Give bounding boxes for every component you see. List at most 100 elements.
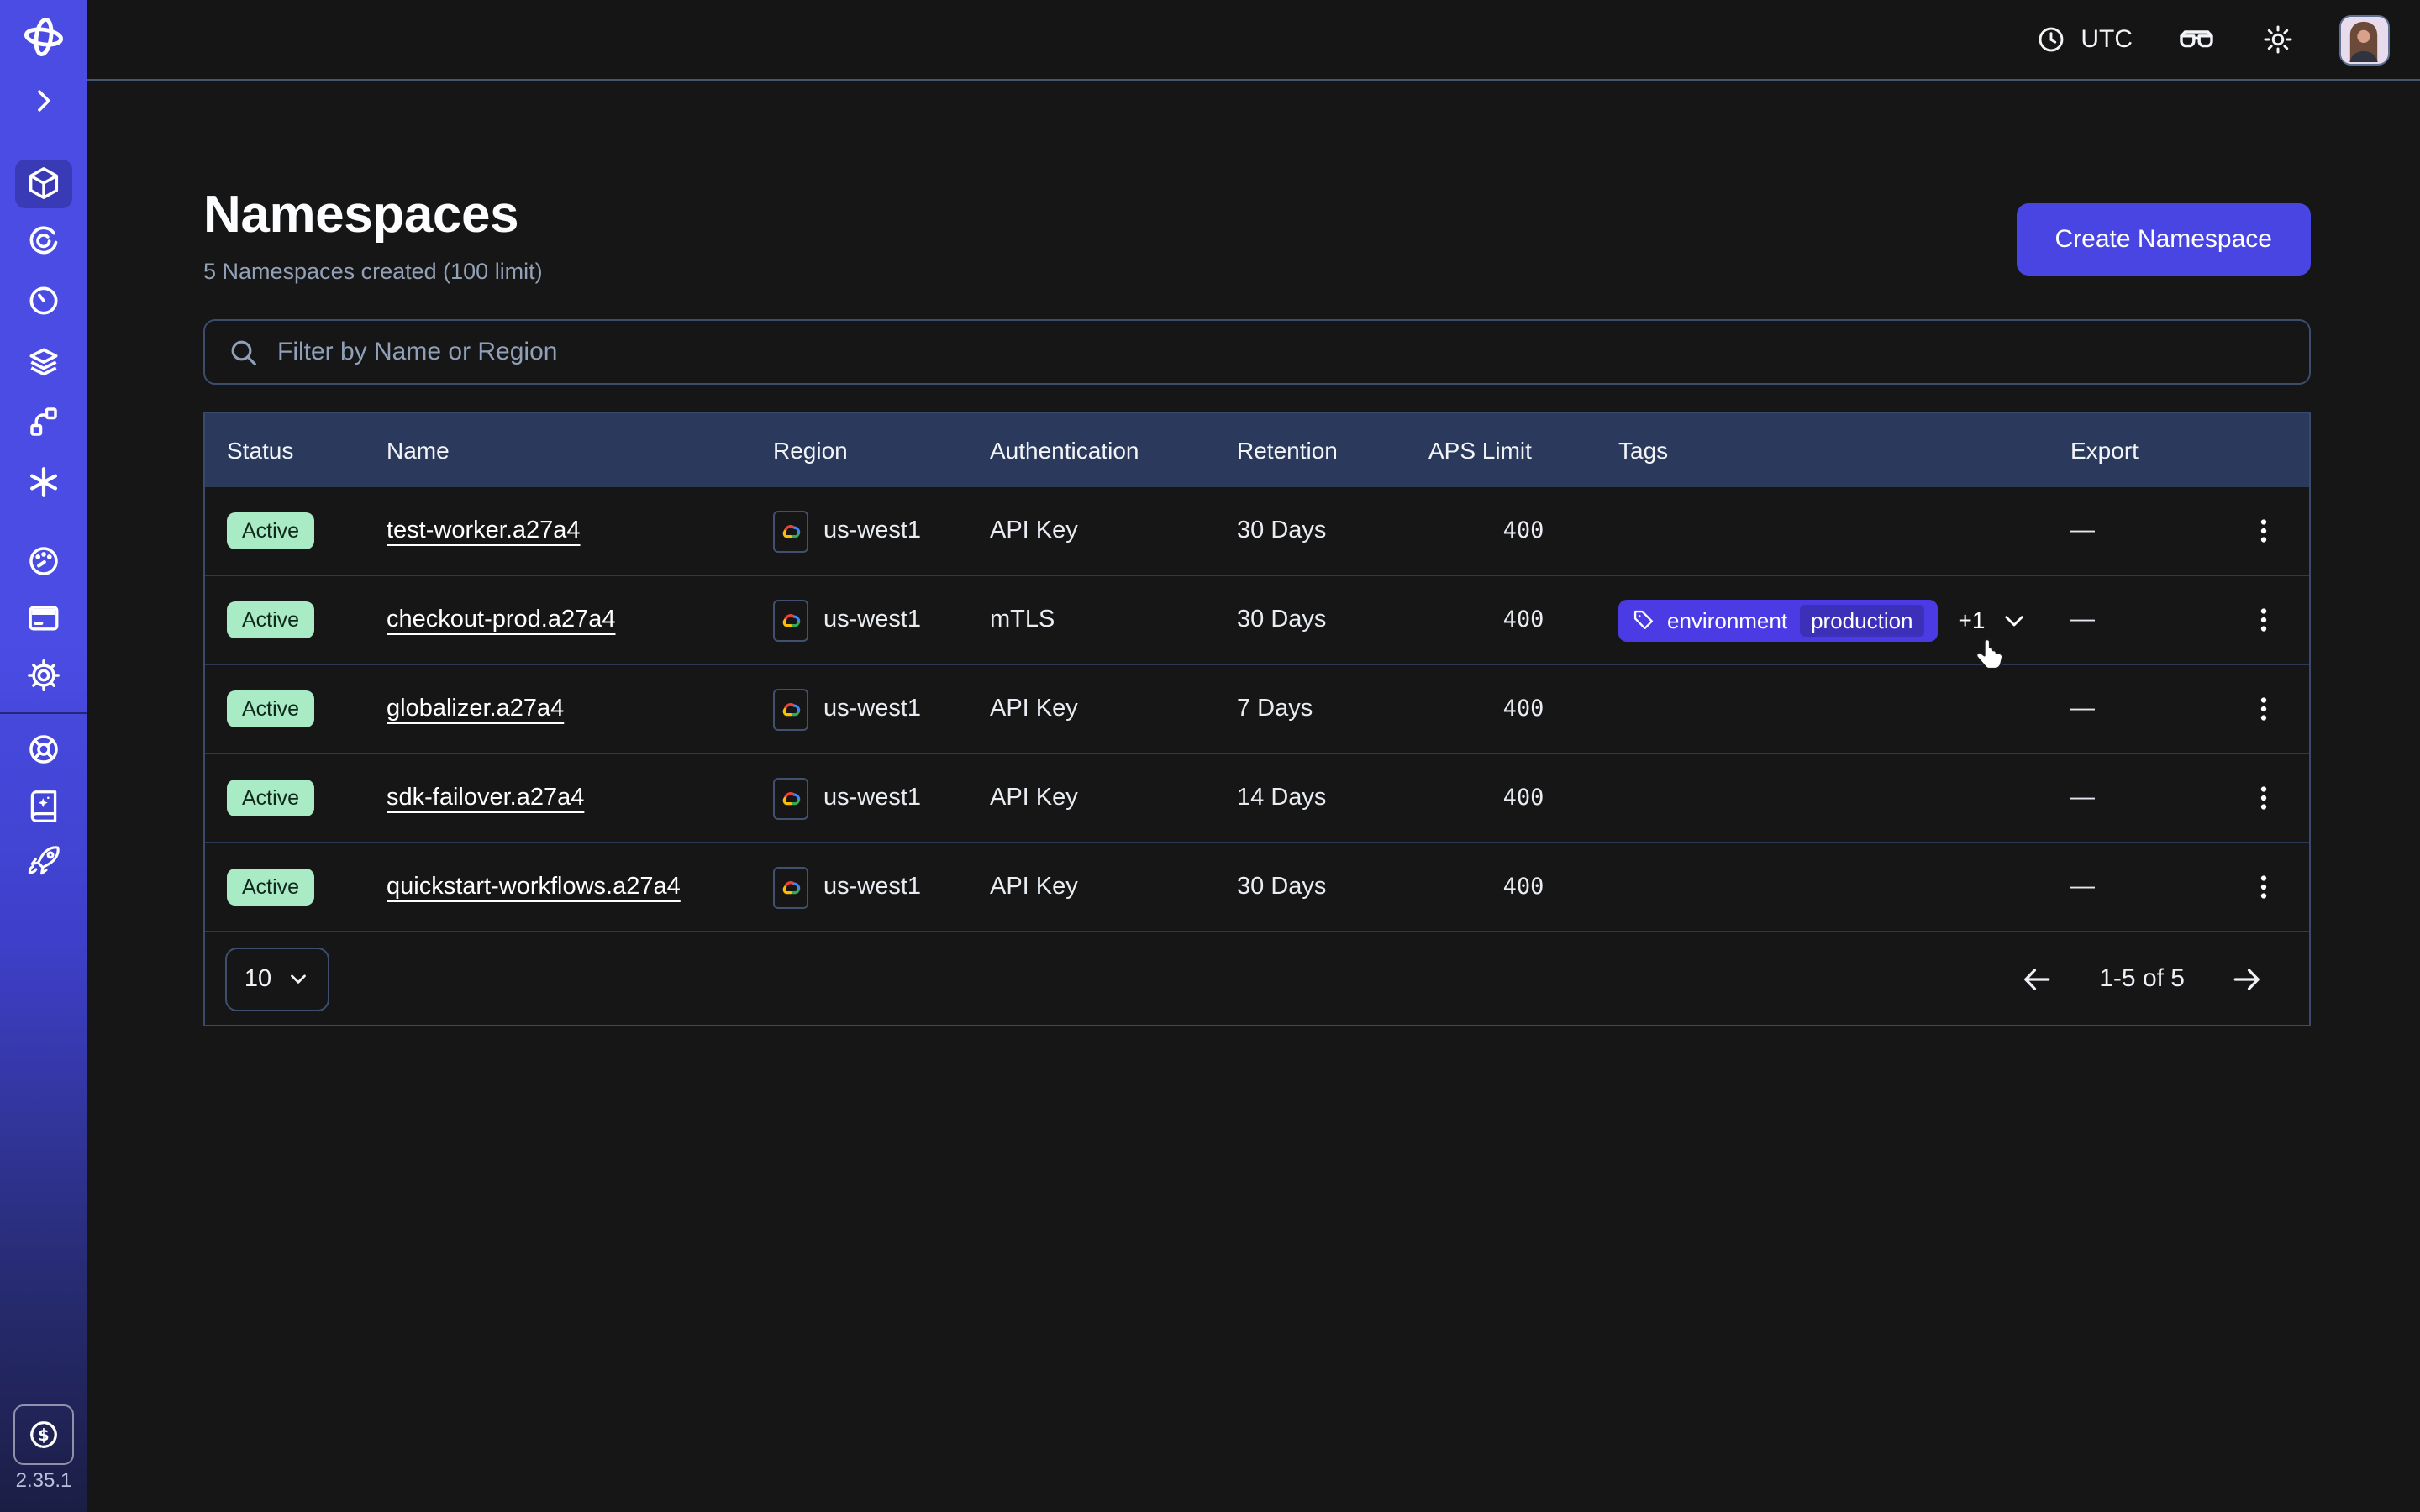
gcp-icon xyxy=(773,866,808,908)
table-row: Active checkout-prod.a27a4 us-west1 xyxy=(205,575,2309,664)
theme-toggle-sun-icon[interactable] xyxy=(2260,22,2296,57)
sidebar-item-schedules-icon[interactable] xyxy=(25,282,62,319)
tag-key: environment xyxy=(1667,607,1787,633)
status-badge: Active xyxy=(227,690,314,727)
timezone-selector[interactable]: UTC xyxy=(2035,24,2133,55)
col-header-region: Region xyxy=(773,436,990,463)
gcp-icon xyxy=(773,510,808,552)
namespace-link[interactable]: checkout-prod.a27a4 xyxy=(387,606,616,633)
export-value: — xyxy=(2070,696,2238,722)
filter-bar xyxy=(203,319,2311,385)
namespace-link[interactable]: globalizer.a27a4 xyxy=(387,696,564,722)
status-badge: Active xyxy=(227,869,314,906)
retention-value: 14 Days xyxy=(1237,785,1428,811)
export-value: — xyxy=(2070,785,2238,811)
next-page-icon[interactable] xyxy=(2228,960,2265,997)
aps-limit-value: 400 xyxy=(1428,606,1618,633)
status-badge: Active xyxy=(227,780,314,816)
table-row: Active globalizer.a27a4 us-west1 xyxy=(205,664,2309,753)
page-size-select[interactable]: 10 xyxy=(225,947,329,1011)
col-header-tags: Tags xyxy=(1618,436,2070,463)
row-menu-kebab-icon[interactable] xyxy=(2238,506,2289,556)
prev-page-icon[interactable] xyxy=(2018,960,2055,997)
pricing-badge-button[interactable]: $ xyxy=(13,1404,74,1465)
avatar[interactable] xyxy=(2339,14,2390,65)
gcp-icon xyxy=(773,688,808,730)
aps-limit-value: 400 xyxy=(1428,785,1618,811)
namespace-link[interactable]: quickstart-workflows.a27a4 xyxy=(387,874,681,900)
row-menu-kebab-icon[interactable] xyxy=(2238,862,2289,912)
table-row: Active quickstart-workflows.a27a4 us-wes… xyxy=(205,842,2309,931)
sidebar-item-batch-operations-icon[interactable] xyxy=(25,464,62,501)
page-size-value: 10 xyxy=(245,965,271,992)
table-header-row: Status Name Region Authentication Retent… xyxy=(205,413,2309,486)
page-size-chevron-icon xyxy=(285,966,310,991)
tags-expand-chevron-icon[interactable] xyxy=(2000,606,2028,634)
region-label: us-west1 xyxy=(823,785,921,811)
reader-mode-icon[interactable] xyxy=(2176,19,2217,60)
top-bar: UTC xyxy=(87,0,2420,81)
aps-limit-value: 400 xyxy=(1428,517,1618,544)
app-version: 2.35.1 xyxy=(0,1468,87,1492)
row-menu-kebab-icon[interactable] xyxy=(2238,684,2289,734)
row-menu-kebab-icon[interactable] xyxy=(2238,595,2289,645)
sidebar-divider xyxy=(0,712,87,714)
tag-icon xyxy=(1632,608,1655,632)
clock-icon xyxy=(2035,24,2067,55)
tag-chip[interactable]: environment production xyxy=(1618,599,1939,641)
namespace-count-subtitle: 5 Namespaces created (100 limit) xyxy=(203,259,2311,284)
namespace-link[interactable]: test-worker.a27a4 xyxy=(387,517,581,544)
expand-sidebar-chevron-icon[interactable] xyxy=(27,84,60,118)
sidebar-item-deployments-icon[interactable] xyxy=(25,343,62,380)
region-label: us-west1 xyxy=(823,606,921,633)
region-label: us-west1 xyxy=(823,874,921,900)
col-header-auth: Authentication xyxy=(990,436,1237,463)
page-title: Namespaces xyxy=(203,185,2311,245)
namespaces-table: Status Name Region Authentication Retent… xyxy=(203,412,2311,1026)
gcp-icon xyxy=(773,599,808,641)
sidebar-item-workflows-icon[interactable] xyxy=(25,222,62,259)
col-header-aps: APS Limit xyxy=(1428,436,1618,463)
region-label: us-west1 xyxy=(823,696,921,722)
temporal-logo-icon[interactable] xyxy=(19,13,68,61)
sidebar-item-billing-icon[interactable] xyxy=(25,600,62,637)
svg-text:$: $ xyxy=(38,1425,49,1445)
gcp-icon xyxy=(773,777,808,819)
filter-input[interactable] xyxy=(277,338,2287,366)
sidebar-item-docs-icon[interactable] xyxy=(25,788,62,825)
row-menu-kebab-icon[interactable] xyxy=(2238,773,2289,823)
export-value: — xyxy=(2070,517,2238,544)
sidebar-item-nexus-icon[interactable] xyxy=(26,404,61,439)
sidebar-item-settings-icon[interactable] xyxy=(25,657,62,694)
app-window: UTC xyxy=(0,0,2420,1512)
create-namespace-button[interactable]: Create Namespace xyxy=(2017,203,2311,276)
sidebar-item-support-icon[interactable] xyxy=(25,731,62,768)
retention-value: 30 Days xyxy=(1237,517,1428,544)
col-header-status: Status xyxy=(227,436,387,463)
auth-method: mTLS xyxy=(990,606,1237,633)
export-value: — xyxy=(2070,606,2238,633)
sidebar-item-usage-icon[interactable] xyxy=(25,543,62,580)
region-label: us-west1 xyxy=(823,517,921,544)
sidebar-item-namespaces-icon[interactable] xyxy=(24,164,63,202)
status-badge: Active xyxy=(227,601,314,638)
col-header-export: Export xyxy=(2070,436,2238,463)
tag-value: production xyxy=(1799,604,1924,636)
aps-limit-value: 400 xyxy=(1428,696,1618,722)
retention-value: 30 Days xyxy=(1237,606,1428,633)
col-header-name: Name xyxy=(387,436,773,463)
sidebar: $ 2.35.1 xyxy=(0,0,87,1512)
auth-method: API Key xyxy=(990,874,1237,900)
status-badge: Active xyxy=(227,512,314,549)
auth-method: API Key xyxy=(990,517,1237,544)
table-pagination: 10 1-5 of 5 xyxy=(205,931,2309,1025)
namespace-link[interactable]: sdk-failover.a27a4 xyxy=(387,785,584,811)
retention-value: 30 Days xyxy=(1237,874,1428,900)
sidebar-item-getting-started-icon[interactable] xyxy=(25,843,62,880)
retention-value: 7 Days xyxy=(1237,696,1428,722)
table-row: Active test-worker.a27a4 us-west1 xyxy=(205,486,2309,575)
timezone-label: UTC xyxy=(2081,25,2133,54)
col-header-retention: Retention xyxy=(1237,436,1428,463)
search-icon xyxy=(227,335,260,369)
export-value: — xyxy=(2070,874,2238,900)
